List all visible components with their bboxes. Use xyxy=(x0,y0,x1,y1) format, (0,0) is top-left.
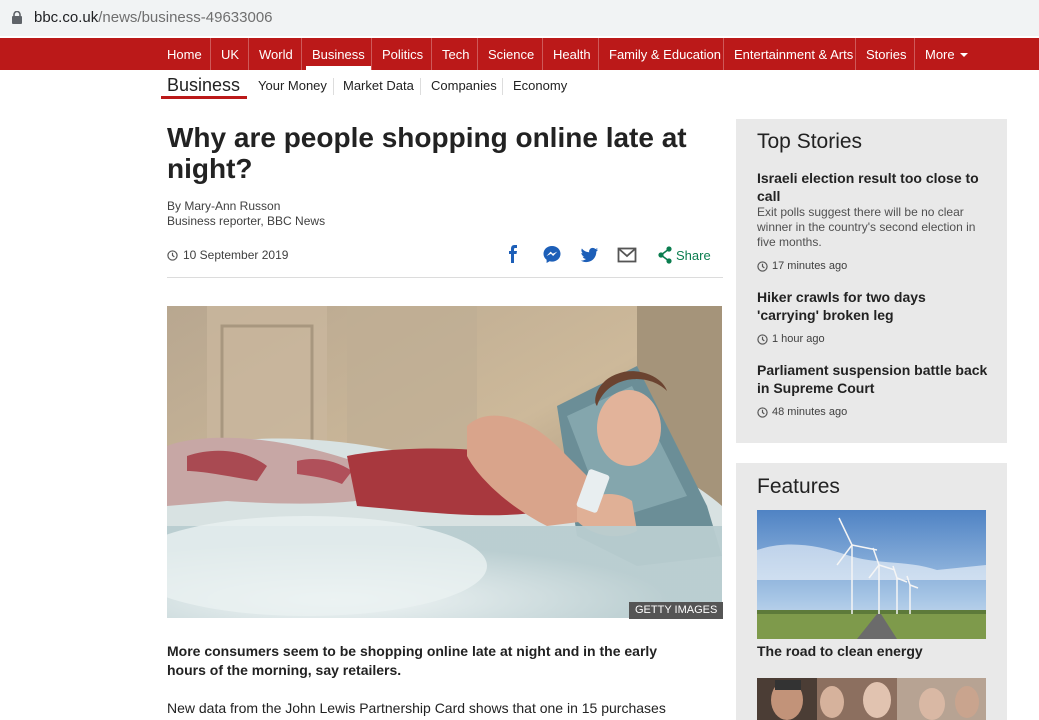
subnav-item-companies[interactable]: Companies xyxy=(431,78,497,93)
browser-address-bar[interactable]: bbc.co.uk/news/business-49633006 xyxy=(0,0,1039,36)
url-text[interactable]: bbc.co.uk/news/business-49633006 xyxy=(34,9,273,26)
share-icon[interactable] xyxy=(657,244,673,266)
nav-item-stories[interactable]: Stories xyxy=(866,38,906,70)
nav-item-family-education[interactable]: Family & Education xyxy=(609,38,721,70)
section-title-business[interactable]: Business xyxy=(167,75,240,96)
image-credit: GETTY IMAGES xyxy=(629,602,724,619)
top-story-time-text: 1 hour ago xyxy=(772,333,825,345)
features-title: Features xyxy=(757,475,840,498)
article-intro: More consumers seem to be shopping onlin… xyxy=(167,643,658,678)
clock-icon xyxy=(757,260,768,272)
twitter-icon[interactable] xyxy=(580,244,599,266)
email-icon[interactable] xyxy=(617,244,637,266)
main-navigation: Home UK World Business Politics Tech Sci… xyxy=(0,38,1039,70)
active-section-underline xyxy=(161,96,247,99)
nav-item-politics[interactable]: Politics xyxy=(382,38,423,70)
nav-more-label: More xyxy=(925,47,955,62)
feature-image-crowd[interactable] xyxy=(757,678,986,720)
nav-item-uk[interactable]: UK xyxy=(221,38,239,70)
subnav-item-economy[interactable]: Economy xyxy=(513,78,567,93)
share-button[interactable]: Share xyxy=(676,248,711,263)
top-story-time-text: 48 minutes ago xyxy=(772,406,848,418)
subnav-item-market-data[interactable]: Market Data xyxy=(343,78,414,93)
top-story-time-text: 17 minutes ago xyxy=(772,260,848,272)
top-story-time: 1 hour ago xyxy=(757,333,825,345)
top-story-headline[interactable]: Hiker crawls for two days 'carrying' bro… xyxy=(757,288,989,324)
article-headline: Why are people shopping online late at n… xyxy=(167,122,687,184)
feature-headline[interactable]: The road to clean energy xyxy=(757,643,923,659)
nav-item-health[interactable]: Health xyxy=(553,38,591,70)
clock-icon xyxy=(757,333,768,345)
article-date-text: 10 September 2019 xyxy=(183,248,289,262)
chevron-down-icon xyxy=(959,53,968,57)
top-story-headline[interactable]: Parliament suspension battle back in Sup… xyxy=(757,361,989,397)
url-domain: bbc.co.uk xyxy=(34,9,99,26)
nav-item-more[interactable]: More xyxy=(925,38,968,70)
clock-icon xyxy=(167,249,178,261)
nav-item-home[interactable]: Home xyxy=(167,38,202,70)
section-navigation: Business Your Money Market Data Companie… xyxy=(0,70,1039,102)
divider xyxy=(167,277,723,278)
author-role: Business reporter, BBC News xyxy=(167,214,326,228)
url-path: /news/business-49633006 xyxy=(98,9,273,26)
nav-item-entertainment-arts[interactable]: Entertainment & Arts xyxy=(734,38,853,70)
clock-icon xyxy=(757,406,768,418)
nav-item-business[interactable]: Business xyxy=(306,38,371,70)
article-hero-image xyxy=(167,306,722,618)
feature-image-wind-turbines[interactable] xyxy=(757,510,986,639)
lock-icon xyxy=(12,11,22,24)
author-name: By Mary-Ann Russon xyxy=(167,199,281,213)
top-story-time: 17 minutes ago xyxy=(757,260,847,272)
top-story-time: 48 minutes ago xyxy=(757,406,847,418)
subnav-item-your-money[interactable]: Your Money xyxy=(258,78,327,93)
messenger-icon[interactable] xyxy=(542,244,562,266)
top-story-headline[interactable]: Israeli election result too close to cal… xyxy=(757,169,989,205)
nav-item-world[interactable]: World xyxy=(259,38,293,70)
byline: By Mary-Ann Russon Business reporter, BB… xyxy=(167,199,325,229)
nav-item-tech[interactable]: Tech xyxy=(442,38,469,70)
article-paragraph: New data from the John Lewis Partnership… xyxy=(167,700,666,716)
article-date: 10 September 2019 xyxy=(167,248,288,262)
top-stories-title: Top Stories xyxy=(757,130,863,153)
top-story-summary: Exit polls suggest there will be no clea… xyxy=(757,205,976,249)
facebook-icon[interactable] xyxy=(506,244,520,266)
nav-item-science[interactable]: Science xyxy=(488,38,534,70)
